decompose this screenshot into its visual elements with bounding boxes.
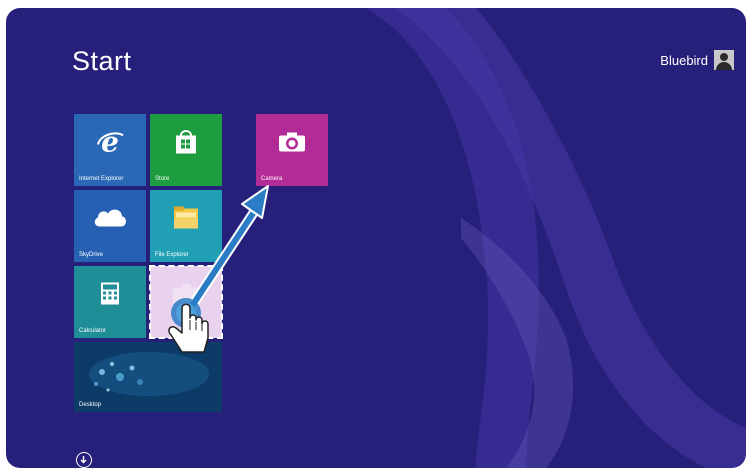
hand-pointer-icon xyxy=(168,298,209,353)
gesture-overlay xyxy=(168,185,269,353)
drag-arrow-icon xyxy=(187,185,269,311)
all-apps-button[interactable] xyxy=(76,452,92,468)
start-screen: Start Bluebird e Internet Explorer Store xyxy=(6,8,746,468)
down-arrow-circle-icon xyxy=(80,456,87,464)
